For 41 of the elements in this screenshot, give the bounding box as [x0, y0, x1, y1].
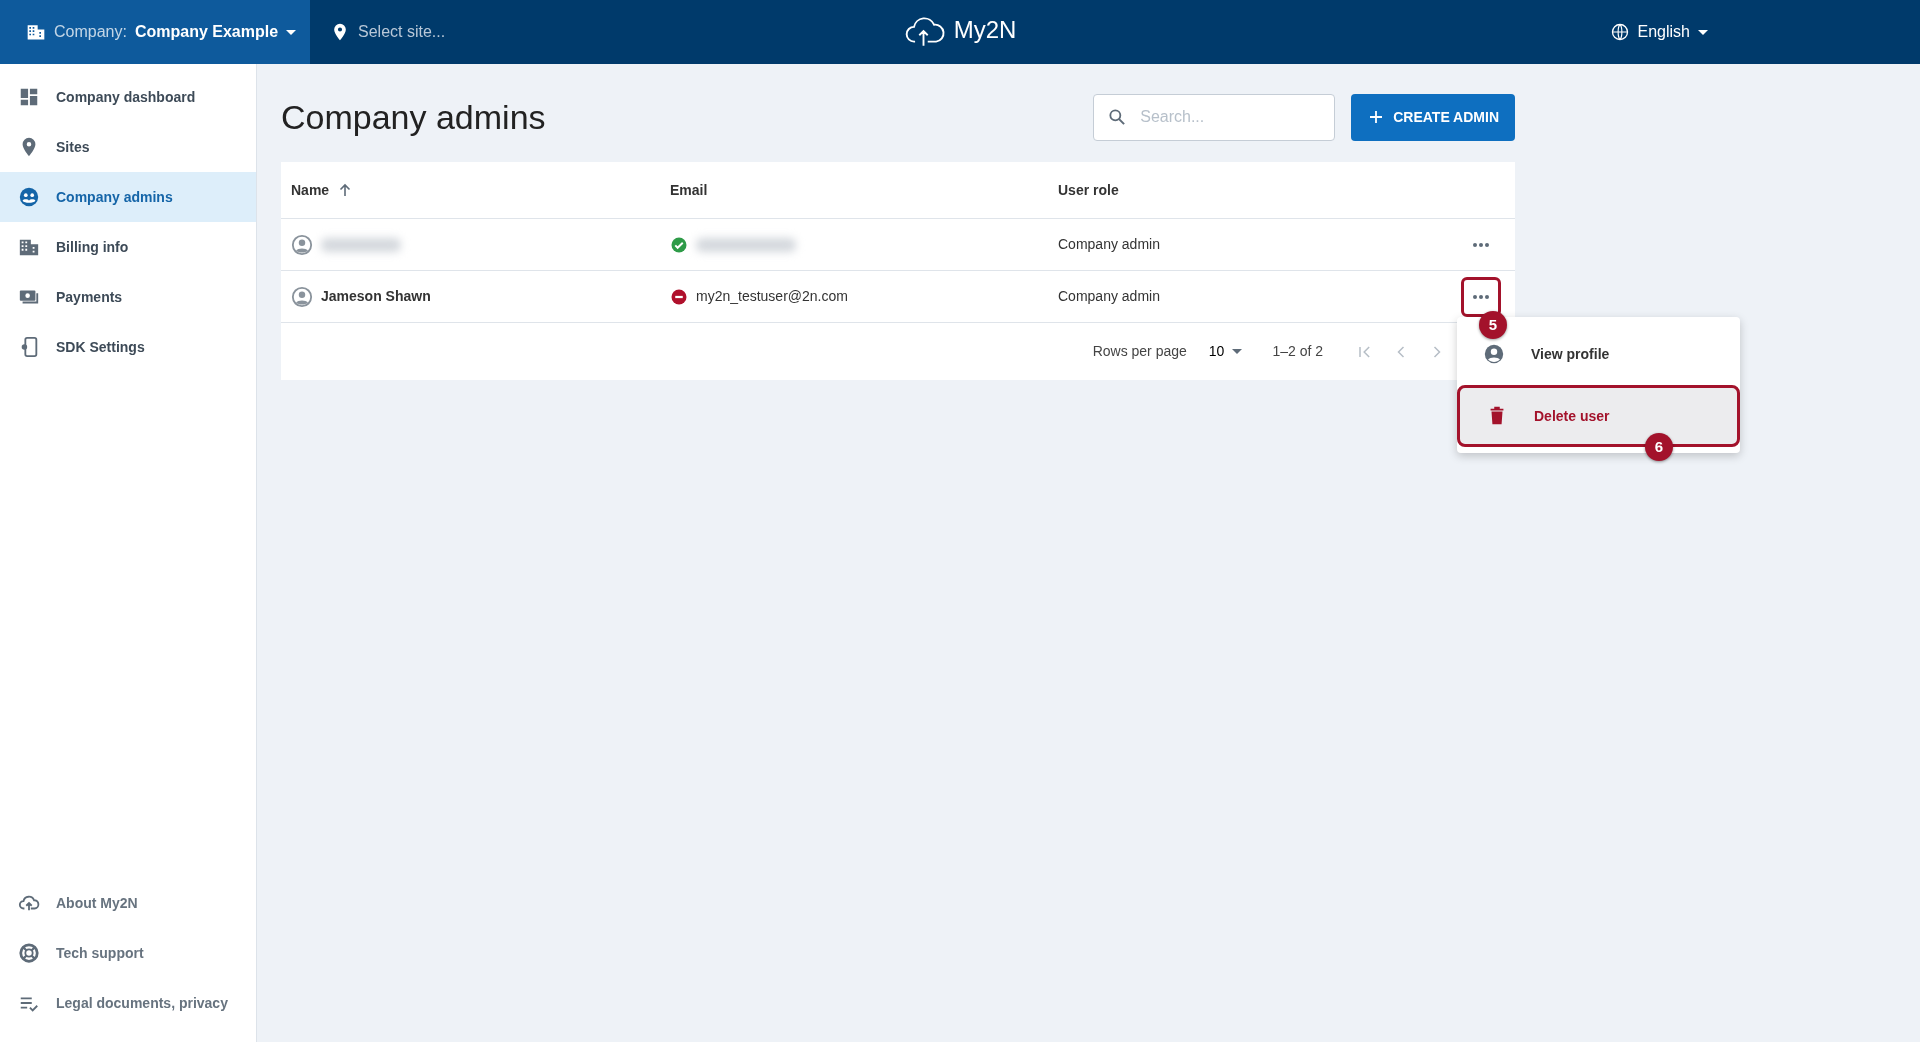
caret-icon: [1698, 29, 1708, 35]
search-icon: [1107, 106, 1128, 127]
callout-badge: 5: [1479, 311, 1507, 339]
column-header[interactable]: Email: [670, 179, 708, 201]
sidebar-link[interactable]: Tech support: [0, 928, 256, 978]
caret-icon: [1232, 349, 1243, 354]
sidebar-item[interactable]: SDK Settings: [0, 322, 256, 372]
sidebar-item[interactable]: Company dashboard: [0, 72, 256, 122]
create-admin-button[interactable]: CREATE ADMIN: [1351, 93, 1515, 141]
sidebar-item[interactable]: Billing info: [0, 222, 256, 272]
sidebar-link[interactable]: About My2N: [0, 878, 256, 928]
page-range: 1–2 of 2: [1272, 342, 1323, 361]
globe-icon: [1609, 22, 1630, 42]
table-cell-text: Jameson Shawn: [321, 287, 431, 306]
search-field[interactable]: Search...: [1093, 93, 1336, 141]
sidebar-link[interactable]: Legal documents, privacy: [0, 978, 256, 1028]
caret-icon: [286, 29, 297, 35]
user-icon: [1483, 343, 1505, 365]
sidebar-item[interactable]: Payments: [0, 272, 256, 322]
building-icon: [26, 22, 46, 42]
rows-per-page-select[interactable]: 10: [1202, 340, 1249, 363]
sidebar-item[interactable]: Sites: [0, 122, 256, 172]
more-icon: [1472, 241, 1490, 248]
avatar-icon: [291, 233, 313, 256]
avatar-icon: [291, 285, 313, 308]
company-selector[interactable]: Company: Company Example: [0, 0, 310, 64]
page-title: Company admins: [281, 96, 546, 138]
table-cell: Company admin: [1058, 288, 1160, 304]
lifebuoy-icon: [18, 942, 40, 964]
dashboard-icon: [18, 86, 40, 108]
column-header[interactable]: Name: [291, 179, 330, 201]
rows-per-page-label: Rows per page: [1092, 342, 1187, 361]
sidebar-item[interactable]: Company admins: [0, 172, 256, 222]
table-cell: Company admin: [1058, 236, 1160, 252]
language-selector[interactable]: English: [1603, 19, 1714, 45]
site-selector[interactable]: Select site...: [310, 19, 452, 45]
table-cell-text: my2n_testuser@2n.com: [696, 287, 848, 306]
logo-text: My2N: [953, 15, 1017, 45]
column-header[interactable]: User role: [1058, 179, 1119, 201]
callout-badge: 6: [1645, 433, 1673, 461]
more-icon: [1472, 293, 1490, 300]
